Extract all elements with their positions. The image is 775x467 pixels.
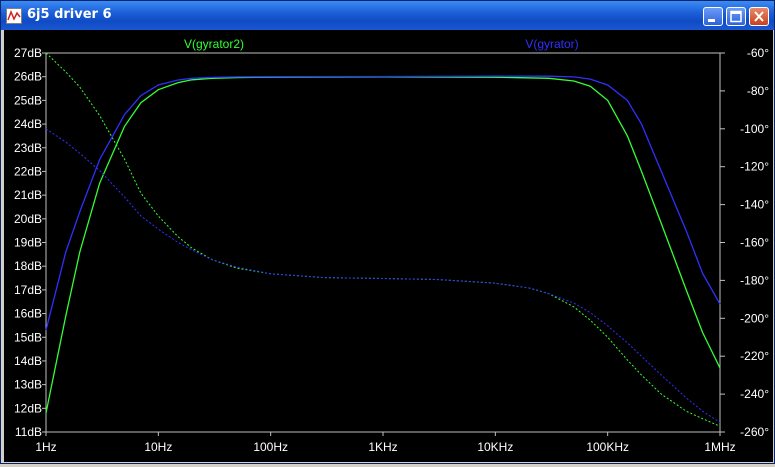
y-left-tick-label: 13dB <box>14 378 42 392</box>
phase-curve-v-gyrator <box>45 128 721 423</box>
y-right-tick-label: -220° <box>740 349 769 363</box>
y-left-tick-label: 24dB <box>14 117 42 131</box>
y-left-tick-label: 15dB <box>14 330 42 344</box>
y-right-tick-label: -260° <box>740 425 769 439</box>
curves <box>45 52 721 427</box>
y-right-tick-label: -140° <box>740 198 769 212</box>
plot-area[interactable]: V(gyrator2) V(gyrator) 27dB 26dB 25dB 24dB 2… <box>4 30 773 462</box>
title-bar[interactable]: 6j5 driver 6 <box>1 1 774 30</box>
y-right-tick-label: -60° <box>747 46 769 60</box>
maximize-icon <box>730 10 742 23</box>
y-left-tick-label: 12dB <box>14 401 42 415</box>
waveform-icon <box>6 8 22 24</box>
y-right-tick-label: -120° <box>740 160 769 174</box>
x-tick-label: 100Hz <box>253 440 288 454</box>
y-left-tick-label: 20dB <box>14 212 42 226</box>
phase-curve-v-gyrator2 <box>45 52 721 427</box>
x-tick-label: 1MHz <box>704 440 735 454</box>
x-tick-label: 100KHz <box>586 440 629 454</box>
magnitude-curve-v-gyrator <box>45 75 721 331</box>
window-title: 6j5 driver 6 <box>27 7 112 22</box>
bode-chart[interactable]: V(gyrator2) V(gyrator) 27dB26dB25dB24dB2… <box>4 30 773 462</box>
y-left-tick-label: 27dB <box>14 46 42 60</box>
close-icon <box>754 11 764 22</box>
y-left-tick-label: 19dB <box>14 236 42 250</box>
x-tick-label: 1KHz <box>368 440 397 454</box>
y-left-tick-label: 16dB <box>14 307 42 321</box>
minimize-icon <box>708 19 715 22</box>
legend-series-gyrator2[interactable]: V(gyrator2) <box>184 37 244 51</box>
y-right-tick-label: -160° <box>740 236 769 250</box>
y-right-tick-label: -100° <box>740 122 769 136</box>
x-tick-label: 1Hz <box>35 440 56 454</box>
y-left-tick-label: 14dB <box>14 354 42 368</box>
maximize-button[interactable] <box>726 7 746 26</box>
y-left-tick-label: 17dB <box>14 283 42 297</box>
minimize-button[interactable] <box>703 7 723 26</box>
y-left-tick-label: 21dB <box>14 188 42 202</box>
y-left-tick-label: 23dB <box>14 141 42 155</box>
y-left-tick-label: 18dB <box>14 259 42 273</box>
y-right-tick-label: -240° <box>740 387 769 401</box>
y-left-tick-label: 26dB <box>14 70 42 84</box>
x-tick-label: 10Hz <box>144 440 172 454</box>
y-left-tick-label: 22dB <box>14 164 42 178</box>
y-left-tick-label: 25dB <box>14 93 42 107</box>
axis-ticks: 27dB 26dB 25dB 24dB 23dB 22dB 21dB 20dB 19dB 18dB… <box>14 46 769 454</box>
x-tick-label: 10KHz <box>477 440 513 454</box>
y-left-tick-label: 11dB <box>15 425 42 439</box>
magnitude-curve-v-gyrator2 <box>45 76 721 414</box>
y-right-tick-label: -200° <box>740 311 769 325</box>
legend-series-gyrator[interactable]: V(gyrator) <box>525 37 578 51</box>
close-button[interactable] <box>749 7 769 26</box>
plot-window: 6j5 driver 6 V(gyrator2) V(gyrator) 27dB… <box>0 0 775 464</box>
y-right-tick-label: -80° <box>747 84 769 98</box>
y-right-tick-label: -180° <box>740 273 769 287</box>
plot-frame <box>45 52 721 433</box>
